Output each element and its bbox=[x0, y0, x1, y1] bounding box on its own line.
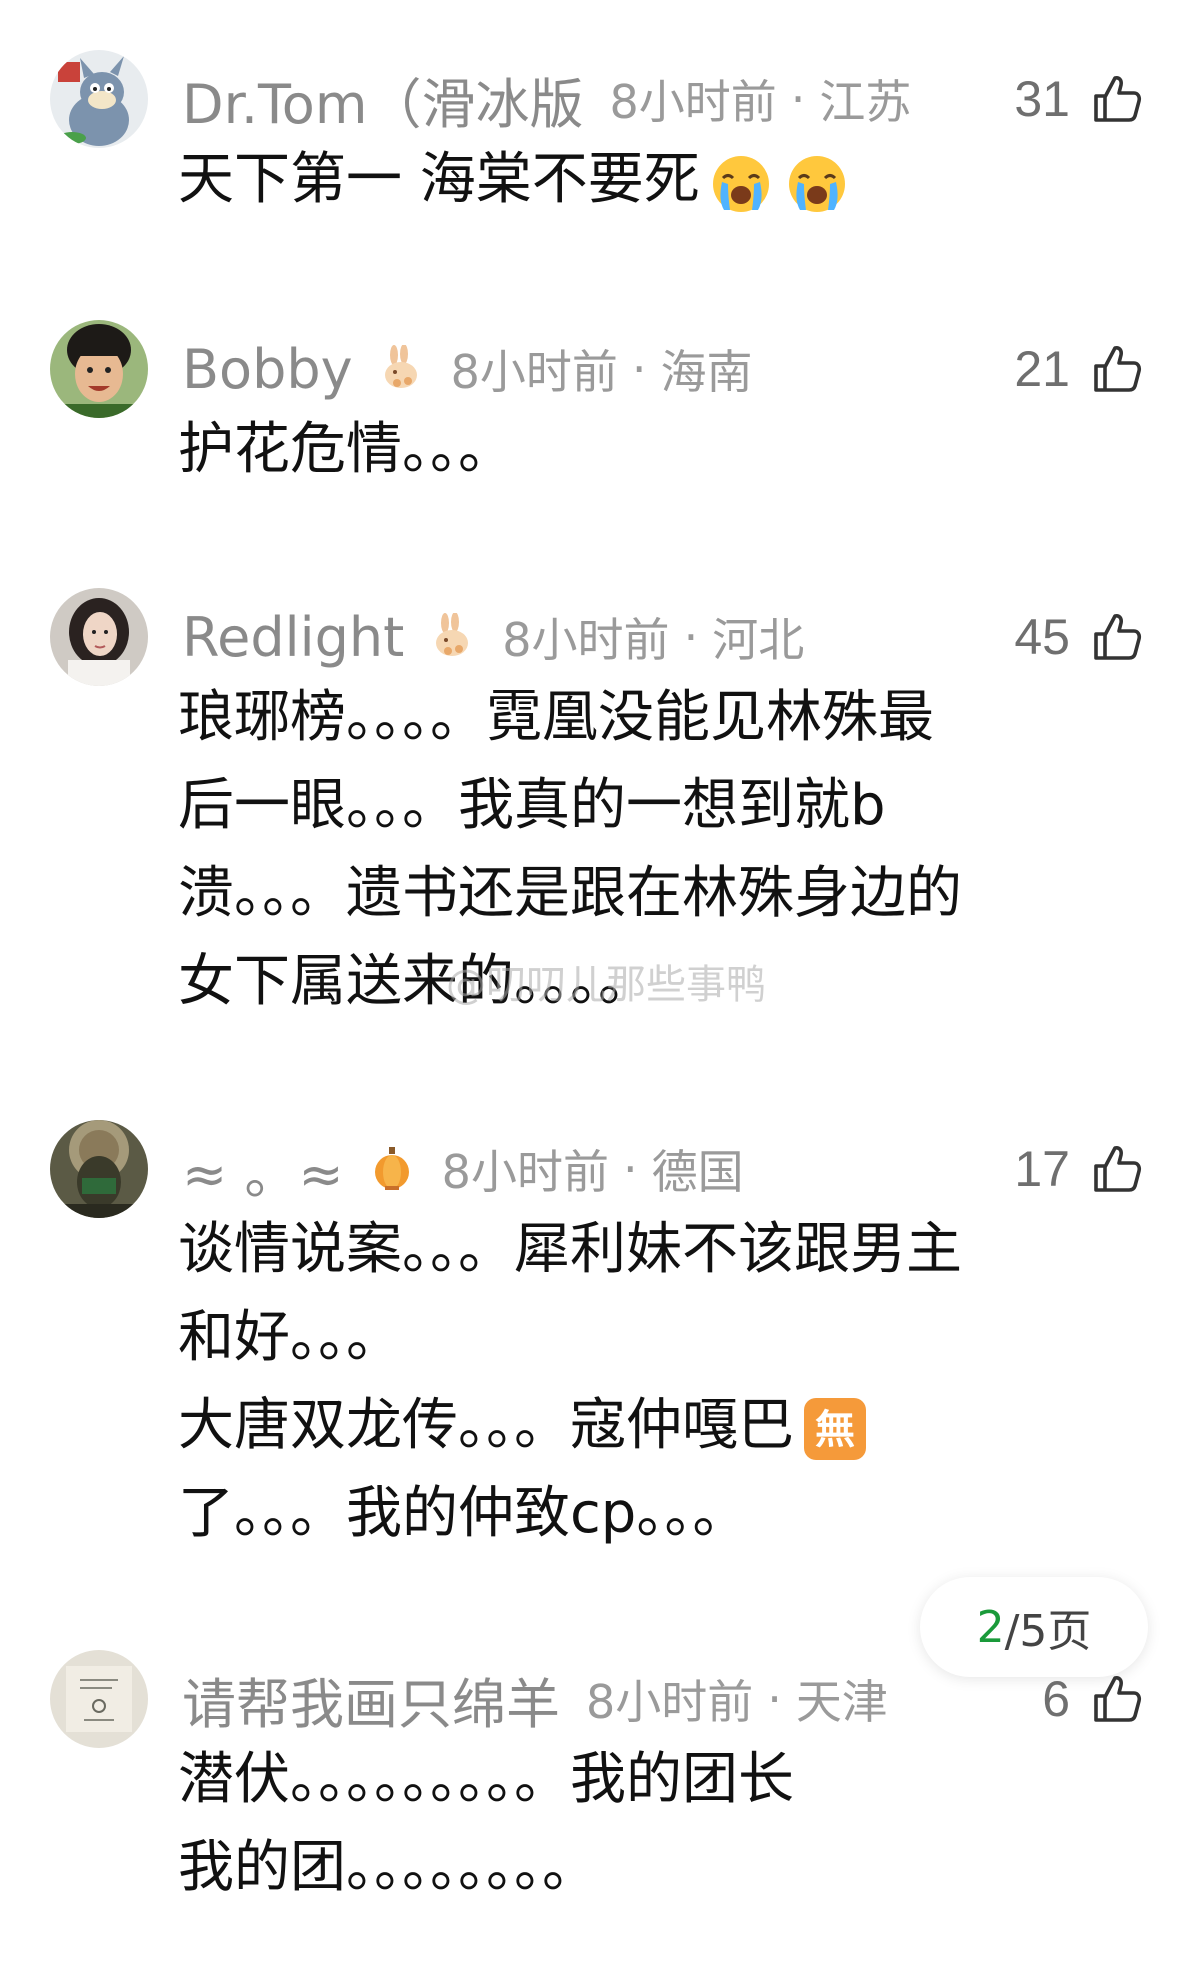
avatar-card-photo-icon bbox=[50, 1650, 148, 1748]
like-count: 17 bbox=[1014, 1141, 1070, 1197]
username[interactable]: 请帮我画只绵羊 bbox=[182, 1660, 560, 1739]
timestamp: 8小时前 bbox=[502, 613, 670, 667]
comment-meta: Bobby 8小时前 · 海南 bbox=[182, 320, 753, 418]
username[interactable]: Bobby bbox=[182, 338, 353, 401]
watermark: @叨叨儿那些事鸭 bbox=[446, 962, 766, 1008]
thumbs-up-icon bbox=[1090, 1142, 1144, 1196]
timestamp: 8小时前 bbox=[450, 345, 618, 399]
username[interactable]: Redlight bbox=[182, 606, 404, 669]
like-count: 6 bbox=[1042, 1671, 1070, 1727]
thumbs-up-icon bbox=[1090, 1672, 1144, 1726]
thumbs-up-icon bbox=[1090, 72, 1144, 126]
current-page: 2 bbox=[976, 1601, 1005, 1653]
comment-meta: ≈ 。≈ 8小时前 · 德国 bbox=[182, 1120, 744, 1218]
avatar-woman-photo-icon bbox=[50, 588, 148, 686]
like-count: 31 bbox=[1014, 71, 1070, 127]
comment-meta: Redlight 8小时前 · 河北 bbox=[182, 588, 804, 686]
location: 海南 bbox=[660, 345, 753, 399]
location: 河北 bbox=[712, 613, 805, 667]
like-button[interactable]: 6 bbox=[1042, 1650, 1144, 1748]
like-count: 21 bbox=[1014, 341, 1070, 397]
lantern-badge-icon bbox=[368, 1145, 416, 1193]
avatar[interactable] bbox=[50, 1650, 148, 1748]
like-count: 45 bbox=[1014, 609, 1070, 665]
rabbit-badge-icon bbox=[377, 345, 425, 393]
comment-meta: 请帮我画只绵羊 8小时前 · 天津 bbox=[182, 1650, 888, 1748]
crying-face-icon bbox=[782, 148, 852, 218]
comment-text-content: 了。。。我的仲致cp。。。 bbox=[178, 1481, 749, 1546]
thumbs-up-icon bbox=[1090, 342, 1144, 396]
location: 天津 bbox=[795, 1675, 888, 1729]
location: 德国 bbox=[651, 1145, 744, 1199]
avatar-ornate-photo-icon bbox=[50, 1120, 148, 1218]
avatar[interactable] bbox=[50, 1120, 148, 1218]
comment-text: 天下第一 海棠不要死 bbox=[178, 136, 1118, 224]
avatar[interactable] bbox=[50, 50, 148, 148]
avatar-child-photo-icon bbox=[50, 320, 148, 418]
avatar[interactable] bbox=[50, 320, 148, 418]
timestamp: 8小时前 bbox=[441, 1145, 609, 1199]
wu-sticker-label: 無 bbox=[815, 1407, 855, 1453]
like-button[interactable]: 31 bbox=[1014, 50, 1144, 148]
location: 江苏 bbox=[819, 75, 912, 129]
like-button[interactable]: 21 bbox=[1014, 320, 1144, 418]
avatar-tom-cat-icon bbox=[50, 50, 148, 148]
meta-separator: · bbox=[683, 610, 699, 664]
meta-separator: · bbox=[790, 72, 806, 126]
like-button[interactable]: 17 bbox=[1014, 1120, 1144, 1218]
comment-meta: Dr.Tom（滑冰版 8小时前 · 江苏 bbox=[182, 50, 911, 148]
comment-text: 护花危情。。。 bbox=[178, 417, 514, 482]
comment-text: 谈情说案。。。犀利妹不该跟男主 和好。。。 大唐双龙传。。。寇仲嘎巴無 了。。。… bbox=[178, 1206, 1118, 1558]
wu-sticker-icon: 無 bbox=[800, 1394, 870, 1464]
meta-separator: · bbox=[767, 1672, 782, 1726]
crying-face-icon bbox=[706, 148, 776, 218]
username[interactable]: Dr.Tom（滑冰版 bbox=[182, 60, 583, 139]
avatar[interactable] bbox=[50, 588, 148, 686]
username[interactable]: ≈ 。≈ bbox=[182, 1130, 344, 1209]
comment-text: 潜伏。。。。。。。。。我的团长 我的团。。。。。。。。 bbox=[178, 1747, 794, 1900]
thumbs-up-icon bbox=[1090, 610, 1144, 664]
meta-separator: · bbox=[631, 342, 647, 396]
timestamp: 8小时前 bbox=[586, 1675, 754, 1729]
timestamp: 8小时前 bbox=[609, 75, 777, 129]
comment-text-content: 天下第一 海棠不要死 bbox=[178, 147, 700, 212]
meta-separator: · bbox=[622, 1142, 638, 1196]
like-button[interactable]: 45 bbox=[1014, 588, 1144, 686]
rabbit-badge-icon bbox=[428, 613, 476, 661]
